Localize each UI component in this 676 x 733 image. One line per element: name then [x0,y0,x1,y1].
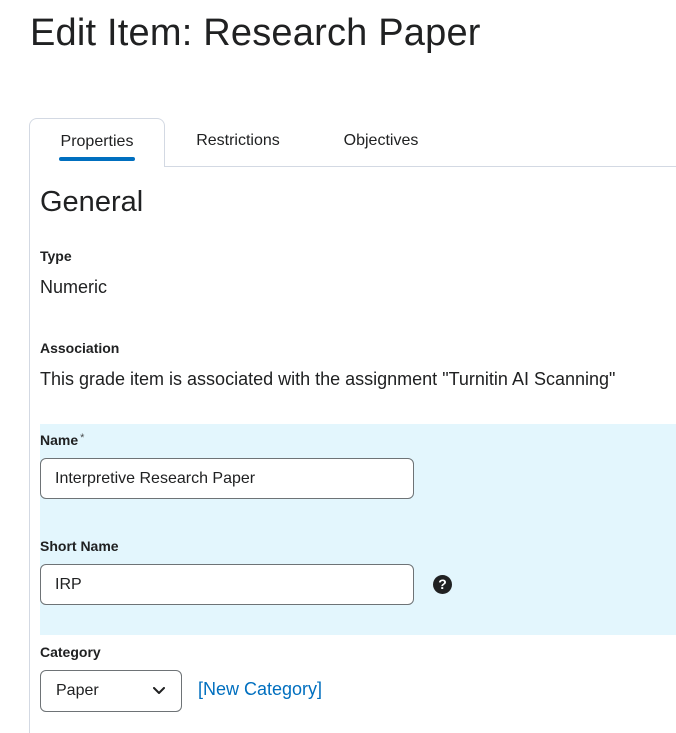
tab-objectives[interactable]: Objectives [326,118,436,166]
tab-properties[interactable]: Properties [29,118,165,167]
name-label: Name * [40,432,84,448]
association-label: Association [40,340,120,356]
name-label-text: Name [40,432,79,448]
page-title: Edit Item: Research Paper [30,12,481,54]
chevron-down-icon [153,687,165,694]
tab-panel-border [29,166,30,733]
short-name-input[interactable] [40,564,414,605]
tab-restrictions-label: Restrictions [196,132,280,149]
category-select[interactable]: Paper [40,670,182,712]
tab-restrictions[interactable]: Restrictions [182,118,294,166]
type-value: Numeric [40,277,108,297]
tab-properties-label: Properties [60,133,134,150]
association-value: This grade item is associated with the a… [40,369,616,389]
tab-bar-divider [165,166,676,167]
new-category-link[interactable]: [New Category] [198,679,322,700]
required-asterisk: * [80,432,85,444]
tab-objectives-label: Objectives [343,132,419,149]
active-tab-indicator [59,157,135,161]
type-label: Type [40,248,72,264]
question-circle-icon[interactable]: ? [433,575,452,594]
category-label: Category [40,644,101,660]
category-selected-value: Paper [56,682,99,699]
section-heading-general: General [40,186,144,218]
short-name-label: Short Name [40,538,119,554]
name-input[interactable] [40,458,414,499]
